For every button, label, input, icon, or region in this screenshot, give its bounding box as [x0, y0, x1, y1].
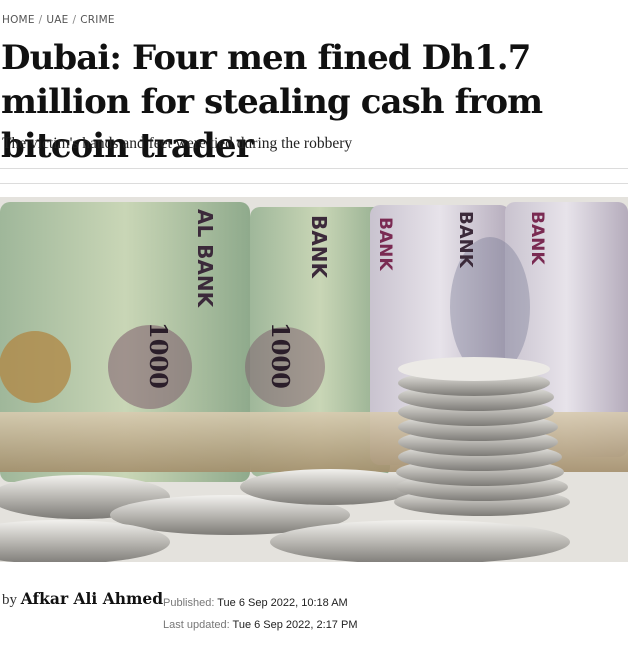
article-page: HOME / UAE / CRIME Dubai: Four men fined… — [0, 0, 628, 651]
author-link[interactable]: Afkar Ali Ahmed — [21, 589, 163, 608]
byline-prefix: by — [2, 592, 17, 608]
divider — [0, 168, 628, 169]
byline: by Afkar Ali Ahmed — [2, 589, 163, 609]
banknote-text: BANK — [307, 215, 331, 279]
divider — [0, 183, 628, 184]
banknote-text: BANK — [455, 211, 476, 269]
published-date: Tue 6 Sep 2022, 10:18 AM — [217, 597, 348, 609]
breadcrumb-separator: / — [72, 14, 77, 26]
banknote-text: BANK — [375, 217, 395, 271]
updated-row: Last updated: Tue 6 Sep 2022, 2:17 PM — [163, 618, 357, 640]
article-dates: Published: Tue 6 Sep 2022, 10:18 AM Last… — [163, 596, 357, 640]
published-label: Published: — [163, 597, 215, 609]
breadcrumb-crime-link[interactable]: CRIME — [80, 14, 114, 26]
article-subheadline: The victim's hands and feet were tied du… — [2, 135, 353, 152]
breadcrumb-home-link[interactable]: HOME — [2, 14, 35, 26]
breadcrumb-uae-link[interactable]: UAE — [46, 14, 68, 26]
coin-stack — [394, 357, 570, 516]
banknote-denomination: 1000 — [144, 322, 173, 389]
updated-date: Tue 6 Sep 2022, 2:17 PM — [232, 619, 358, 631]
banknote-text: BANK — [527, 211, 547, 265]
banknote-denomination: 1000 — [266, 322, 295, 389]
banknotes-and-coins-photo: AL BANK BANK BANK BANK BANK 1000 1000 — [0, 197, 628, 562]
updated-label: Last updated: — [163, 619, 230, 631]
published-row: Published: Tue 6 Sep 2022, 10:18 AM — [163, 596, 357, 618]
breadcrumb: HOME / UAE / CRIME — [2, 14, 115, 26]
hero-image: AL BANK BANK BANK BANK BANK 1000 1000 — [0, 197, 628, 562]
breadcrumb-separator: / — [38, 14, 43, 26]
banknote-text: AL BANK — [193, 209, 217, 309]
